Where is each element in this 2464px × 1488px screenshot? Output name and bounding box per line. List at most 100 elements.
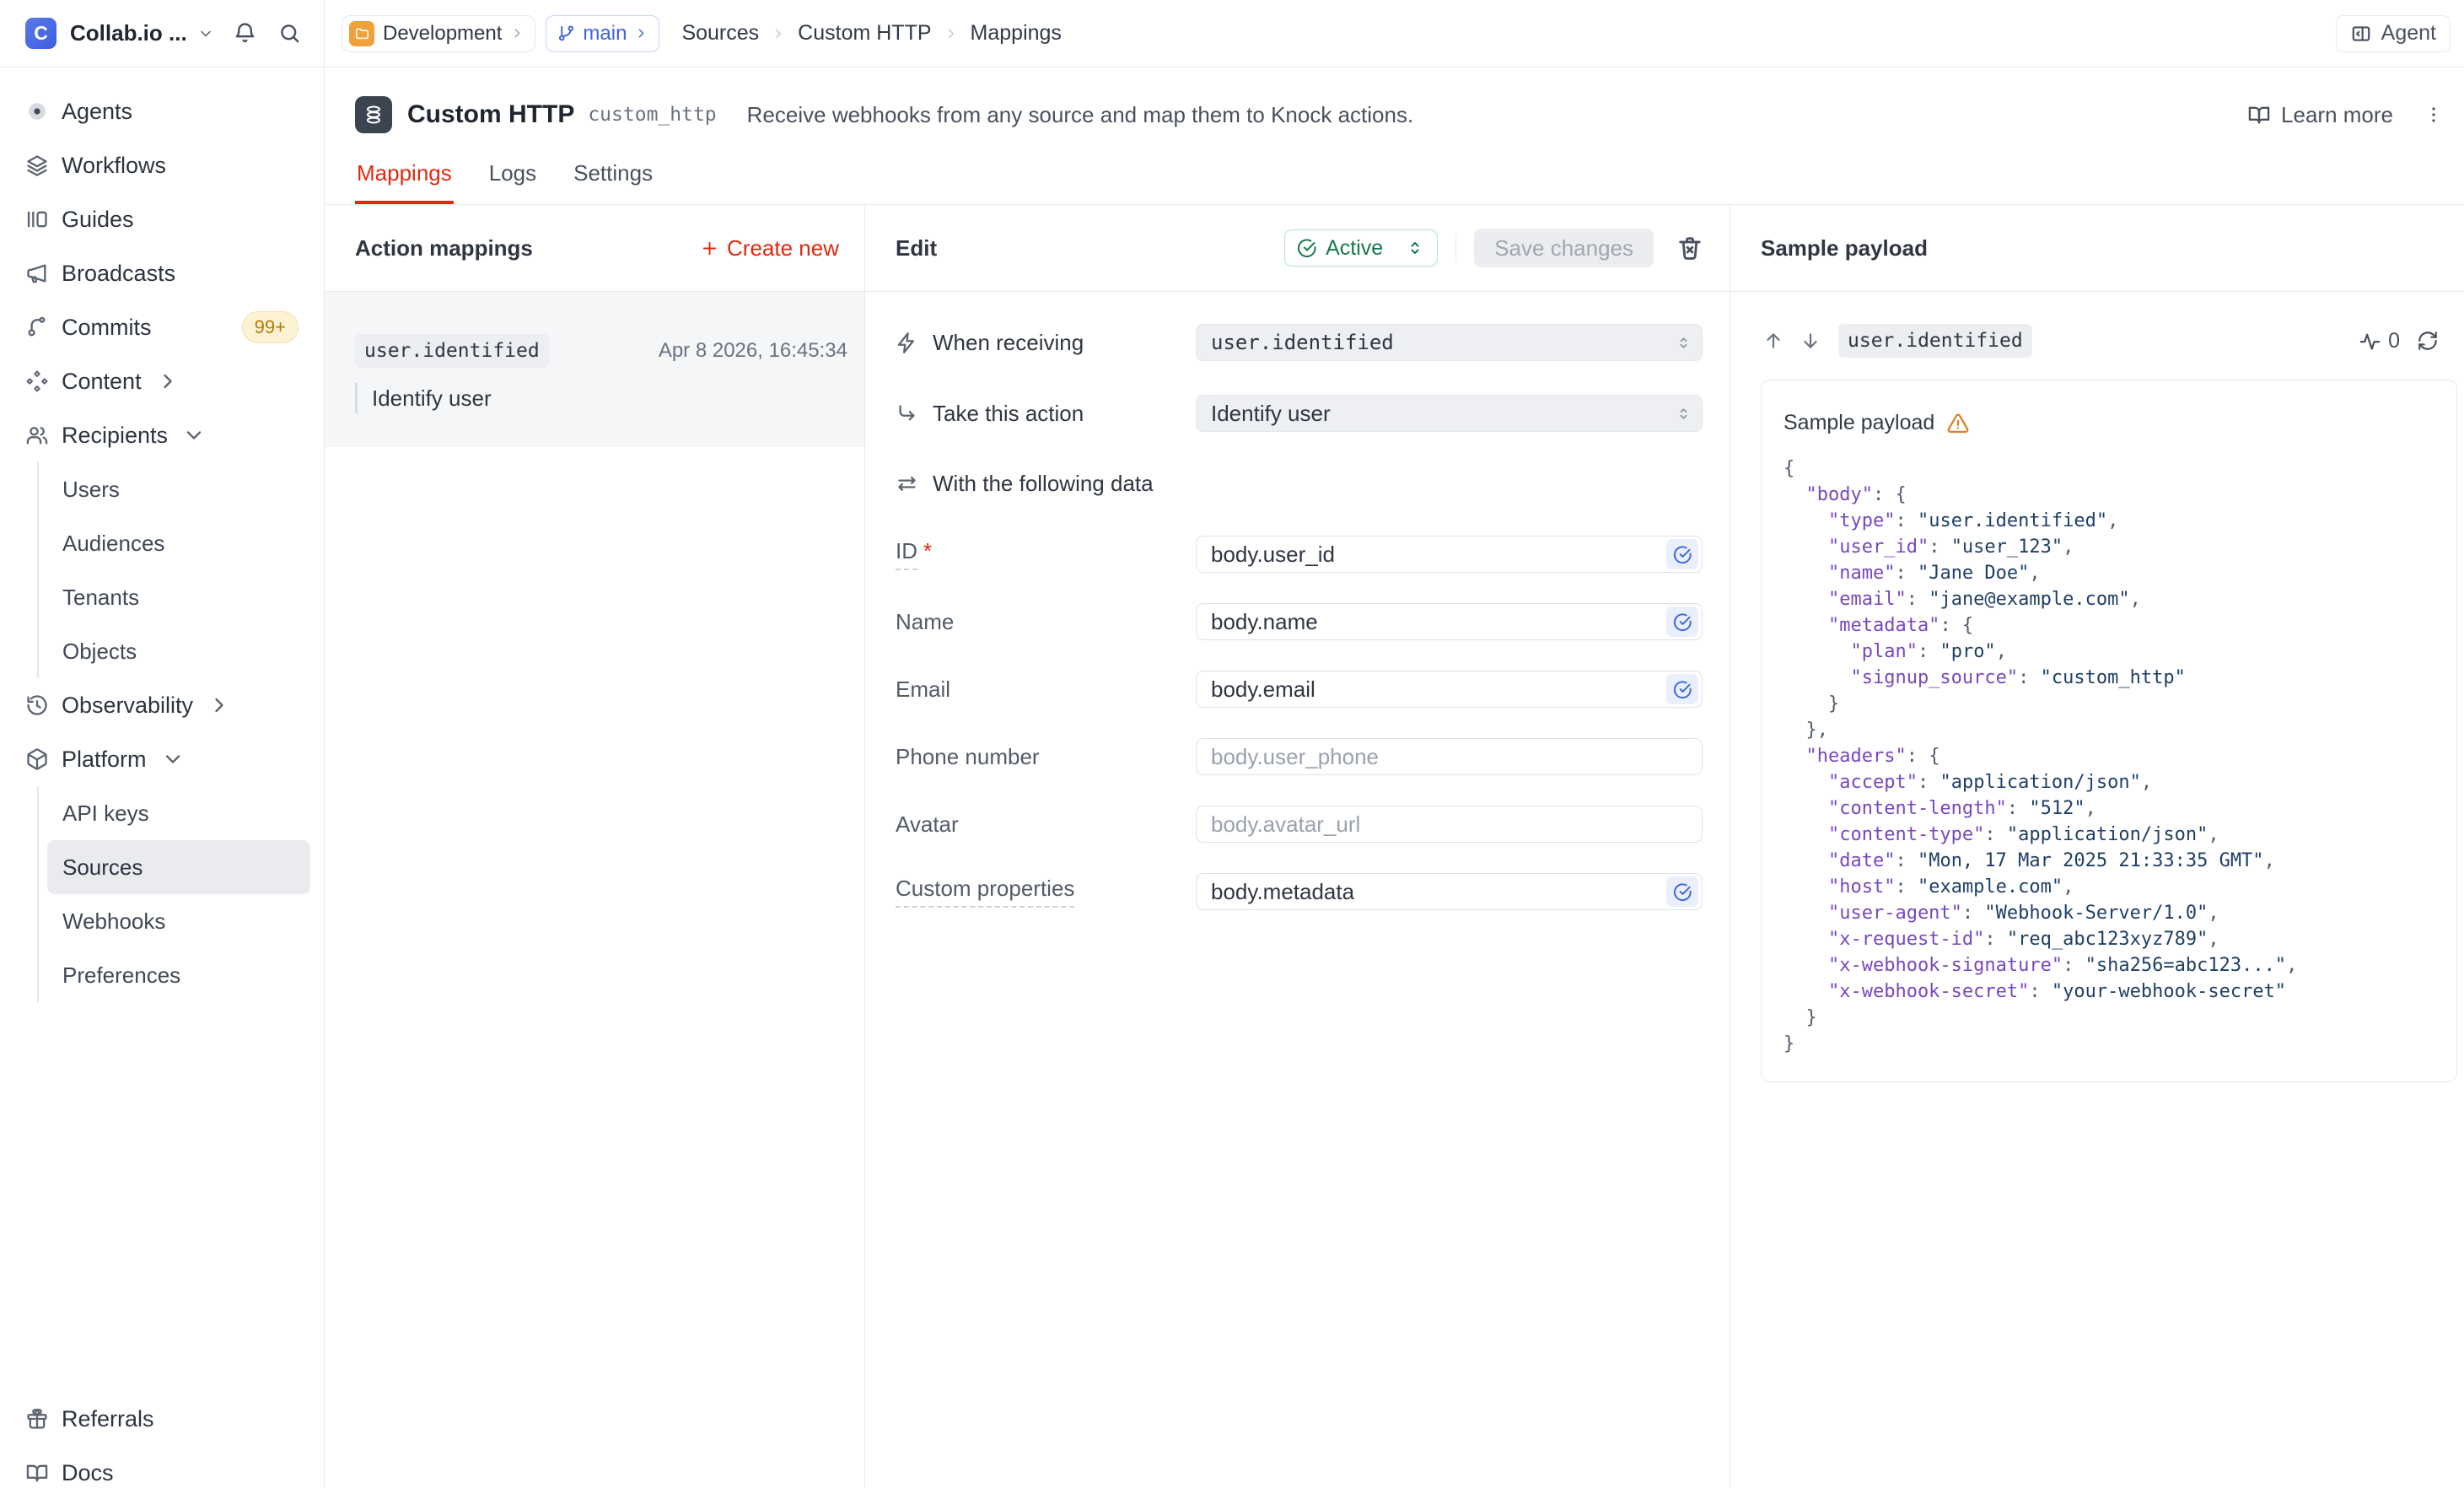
check-circle-icon [1673, 612, 1692, 632]
topbar-right: Development main Sources Custom HTTP Mappi… [325, 0, 2464, 67]
agent-panel-button[interactable]: Agent [2336, 15, 2451, 52]
sidebar-item-recipients[interactable]: Recipients [0, 408, 324, 462]
mapping-event-badge: user.identified [355, 334, 549, 368]
check-circle-icon [1673, 680, 1692, 699]
sidebar-item-guides[interactable]: Guides [0, 192, 324, 246]
environment-selector[interactable]: Development [342, 15, 535, 52]
observability-icon [25, 693, 49, 717]
arrow-down-icon[interactable] [1800, 330, 1821, 352]
sidebar-item-workflows[interactable]: Workflows [0, 138, 324, 192]
refresh-icon[interactable] [2417, 330, 2439, 352]
payload-code: { "body": { "type": "user.identified", "… [1783, 456, 2436, 1057]
sidebar-item-objects[interactable]: Objects [47, 624, 310, 678]
page-description: Receive webhooks from any source and map… [747, 102, 1414, 128]
tab-mappings[interactable]: Mappings [355, 145, 454, 204]
code-line: } [1783, 691, 2436, 717]
tab-settings[interactable]: Settings [572, 145, 654, 204]
warning-triangle-icon [1946, 412, 1970, 435]
event-badge: user.identified [1838, 324, 2032, 358]
field-input-phone-number[interactable]: body.user_phone [1196, 738, 1703, 775]
sidebar-item-users[interactable]: Users [47, 462, 310, 516]
field-value: body.user_id [1211, 542, 1335, 568]
check-circle-icon [1673, 882, 1692, 902]
breadcrumb-mappings[interactable]: Mappings [971, 21, 1062, 46]
arrow-up-icon[interactable] [1762, 330, 1784, 352]
breadcrumb: Sources Custom HTTP Mappings [681, 21, 1061, 46]
book-open-icon [2247, 103, 2271, 127]
field-placeholder: body.user_phone [1211, 744, 1379, 770]
breadcrumb-custom-http[interactable]: Custom HTTP [798, 21, 931, 46]
source-icon [355, 96, 392, 133]
tab-logs[interactable]: Logs [487, 145, 538, 204]
edit-form: When receiving user.identified Take this… [865, 292, 1730, 910]
chevron-down-icon [161, 747, 185, 771]
code-line: "email": "jane@example.com", [1783, 586, 2436, 612]
sidebar-item-preferences[interactable]: Preferences [47, 948, 310, 1002]
sidebar-item-label: Referrals [62, 1406, 154, 1432]
breadcrumb-sources[interactable]: Sources [681, 21, 759, 46]
field-label: ID* [896, 538, 1196, 570]
field-input-email[interactable]: body.email [1196, 671, 1703, 708]
sidebar-item-api-keys[interactable]: API keys [47, 786, 310, 840]
sidebar-item-commits[interactable]: Commits99+ [0, 300, 324, 354]
field-row-avatar: Avatarbody.avatar_url [896, 806, 1703, 843]
sidebar-item-docs[interactable]: Docs [0, 1446, 324, 1488]
tree-connector [355, 383, 358, 413]
sidebar-item-platform[interactable]: Platform [0, 732, 324, 786]
field-label: Name [896, 609, 1196, 635]
mapped-check-badge [1666, 539, 1698, 569]
sidebar-nav: Agents Workflows Guides Broadcasts Commits99… [0, 84, 324, 1002]
chevron-right-icon [207, 693, 231, 717]
status-select[interactable]: Active [1284, 229, 1438, 267]
branch-selector[interactable]: main [546, 15, 659, 52]
sidebar-item-broadcasts[interactable]: Broadcasts [0, 246, 324, 300]
panel-left-icon [2350, 23, 2372, 45]
field-input-name[interactable]: body.name [1196, 603, 1703, 640]
sidebar-item-label: Broadcasts [62, 261, 175, 287]
sidebar-item-sources[interactable]: Sources [47, 840, 310, 894]
action-mappings-title: Action mappings [355, 235, 533, 261]
when-receiving-select[interactable]: user.identified [1196, 324, 1703, 361]
recipients-icon [25, 423, 49, 447]
action-mappings-panel: Action mappings Create new user.identifi… [325, 205, 865, 1488]
sidebar-item-tenants[interactable]: Tenants [47, 570, 310, 624]
sidebar-item-observability[interactable]: Observability [0, 678, 324, 732]
sidebar-item-label: Users [62, 477, 120, 503]
topbar: C Collab.io ... Development main Sources… [0, 0, 2464, 67]
field-input-id[interactable]: body.user_id [1196, 536, 1703, 573]
chevron-right-icon [944, 26, 959, 41]
code-line: "headers": { [1783, 743, 2436, 769]
sidebar-item-webhooks[interactable]: Webhooks [47, 894, 310, 948]
sample-card-title: Sample payload [1783, 411, 1934, 435]
chevron-down-icon [197, 25, 214, 42]
sample-toolbar: user.identified 0 [1762, 322, 2439, 359]
mapping-list-item[interactable]: user.identifiedApr 8 2026, 16:45:34Ident… [325, 292, 864, 447]
sidebar-subgroup: API keysSourcesWebhooksPreferences [37, 786, 310, 1002]
sidebar: Agents Workflows Guides Broadcasts Commits99… [0, 67, 325, 1488]
field-label: Custom properties [896, 876, 1196, 908]
sidebar-spacer [0, 1002, 324, 1392]
field-input-custom-properties[interactable]: body.metadata [1196, 873, 1703, 910]
create-new-button[interactable]: Create new [700, 235, 839, 261]
more-options-button[interactable] [2417, 98, 2451, 132]
learn-more-button[interactable]: Learn more [2247, 102, 2393, 128]
sidebar-bottom: Referrals Docs [0, 1392, 324, 1488]
code-line: "metadata": { [1783, 612, 2436, 639]
chevron-right-icon [510, 26, 525, 40]
tab-bar: Mappings Logs Settings [355, 145, 2464, 204]
save-changes-button[interactable]: Save changes [1474, 229, 1654, 267]
sidebar-item-referrals[interactable]: Referrals [0, 1392, 324, 1446]
bell-icon[interactable] [233, 21, 257, 46]
field-input-avatar[interactable]: body.avatar_url [1196, 806, 1703, 843]
sidebar-item-label: Workflows [62, 153, 166, 179]
take-action-select[interactable]: Identify user [1196, 395, 1703, 432]
sidebar-item-content[interactable]: Content [0, 354, 324, 408]
field-value: body.metadata [1211, 879, 1354, 905]
code-line: "type": "user.identified", [1783, 508, 2436, 534]
sidebar-item-audiences[interactable]: Audiences [47, 516, 310, 570]
code-line: }, [1783, 717, 2436, 743]
org-switcher[interactable]: C Collab.io ... [0, 0, 325, 67]
search-icon[interactable] [277, 21, 302, 46]
sidebar-item-agents[interactable]: Agents [0, 84, 324, 138]
delete-mapping-button[interactable] [1676, 234, 1704, 262]
